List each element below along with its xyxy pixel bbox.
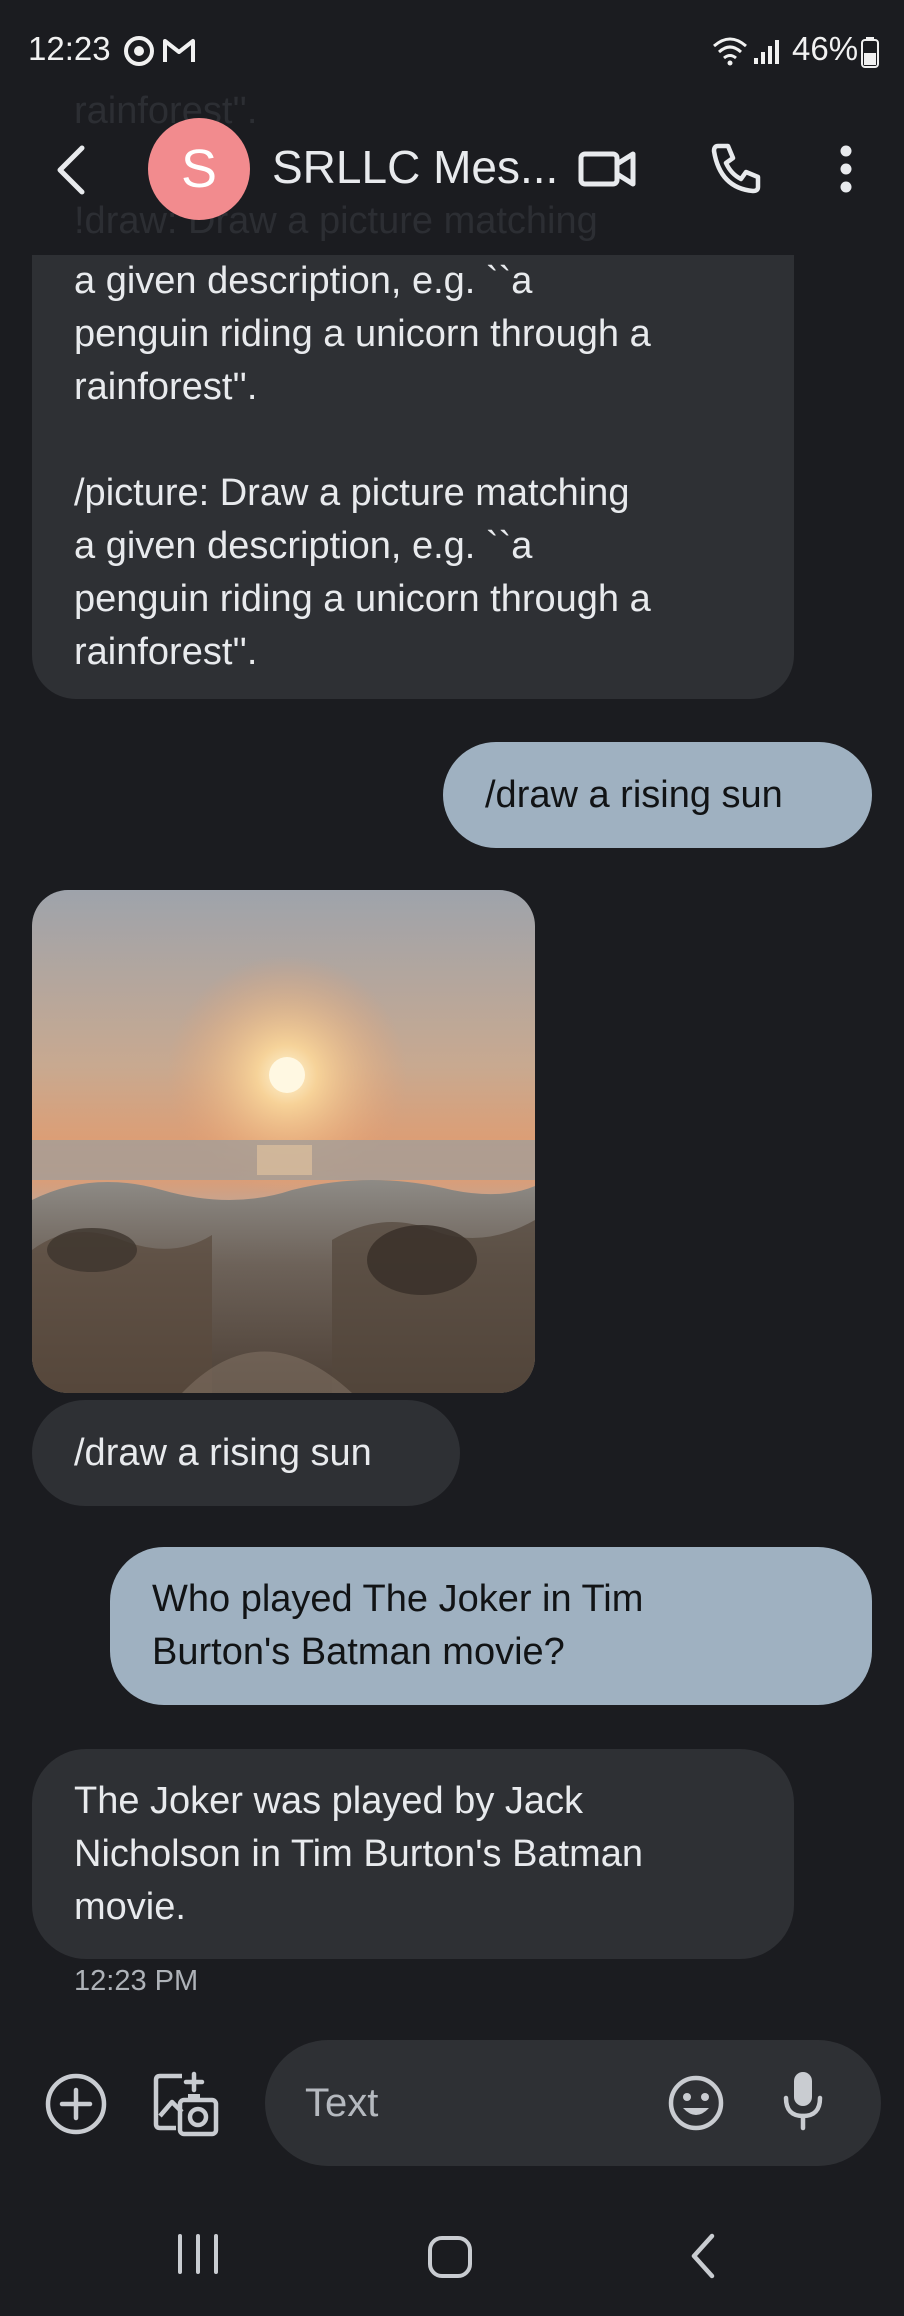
message-text: rainforest''. [74,366,258,408]
message-text: Burton's Batman movie? [152,1631,565,1673]
message-text: /draw a rising sun [74,1432,372,1474]
system-nav-bar [0,2200,904,2316]
add-circle-icon[interactable] [44,2072,108,2136]
gmail-icon [163,39,195,62]
message-text: Nicholson in Tim Burton's Batman [74,1833,644,1875]
recents-icon[interactable] [174,2232,222,2276]
message-text: a given description, e.g. ``a [74,260,533,302]
incoming-message-bubble[interactable]: The Joker was played by Jack Nicholson i… [32,1749,794,1959]
phone-icon[interactable] [708,140,764,196]
conversation-title[interactable]: SRLLC Mes... [272,140,558,194]
message-text: penguin riding a unicorn through a [74,578,651,620]
outgoing-message-bubble[interactable]: /draw a rising sun [443,742,872,848]
compose-bar [265,2040,881,2166]
incoming-message-bubble[interactable]: a given description, e.g. ``a penguin ri… [32,255,794,699]
battery-level: 46% [792,30,859,67]
message-text: a given description, e.g. ``a [74,525,533,567]
message-text: rainforest''. [74,631,258,673]
more-vert-icon[interactable] [836,144,856,194]
gallery-icon[interactable] [152,2070,220,2138]
message-text: The Joker was played by Jack [74,1780,584,1822]
sunrise-painting [32,890,535,1393]
generated-image[interactable] [32,890,535,1393]
status-time: 12:23 [28,30,111,67]
avatar[interactable]: S [148,118,250,220]
message-input[interactable] [303,2070,647,2136]
emoji-icon[interactable] [667,2074,725,2132]
video-call-icon[interactable] [578,146,638,192]
signal-icon [754,40,779,64]
status-bar: 12:23 46% [0,0,904,100]
home-icon[interactable] [426,2234,474,2280]
message-timestamp: 12:23 PM [74,1965,199,1997]
wifi-icon [713,37,747,66]
message-text: /picture: Draw a picture matching [74,472,630,514]
message-text: /draw a rising sun [485,774,783,816]
back-arrow-icon[interactable] [48,140,96,200]
message-text: movie. [74,1886,186,1928]
mic-icon[interactable] [781,2070,825,2132]
back-icon[interactable] [684,2232,724,2280]
message-text: Who played The Joker in Tim [152,1578,644,1620]
battery-icon [861,37,879,68]
message-text: penguin riding a unicorn through a [74,313,651,355]
incoming-message-bubble[interactable]: /draw a rising sun [32,1400,460,1506]
alarm-icon [124,36,154,66]
outgoing-message-bubble[interactable]: Who played The Joker in Tim Burton's Bat… [110,1547,872,1705]
